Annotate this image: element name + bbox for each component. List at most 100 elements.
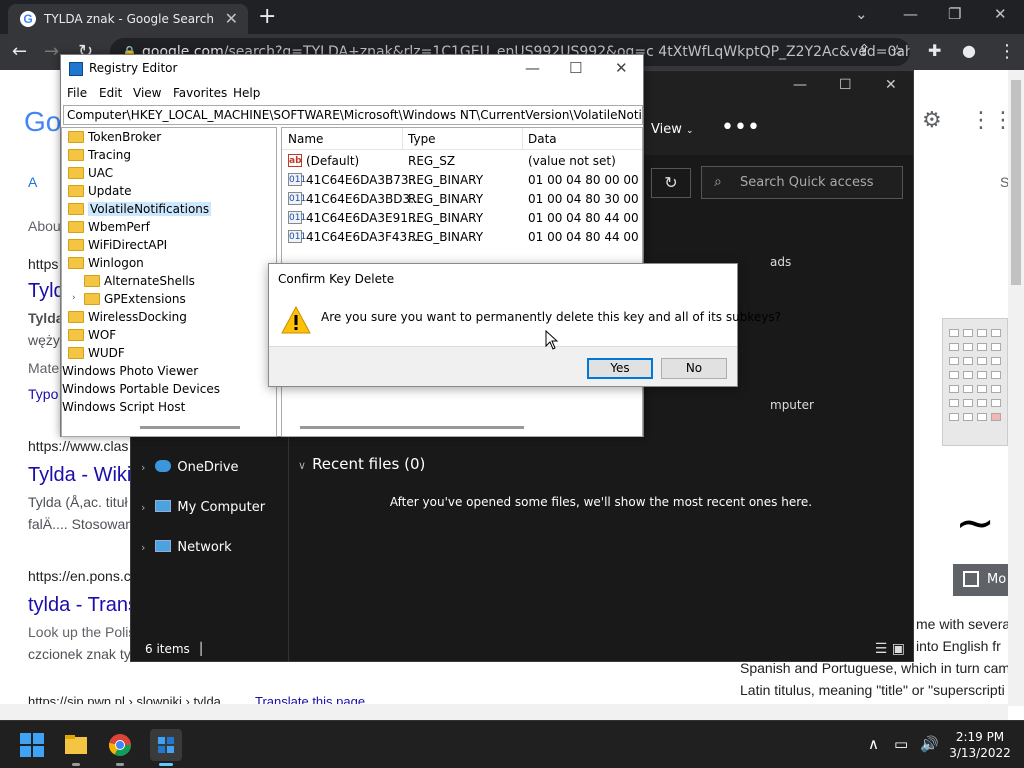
taskbar-chrome[interactable] xyxy=(104,729,136,766)
explorer-close-icon[interactable]: ✕ xyxy=(885,77,897,93)
table-row[interactable]: 011 41C64E6DA3B73... REG_BINARY 01 00 04… xyxy=(282,171,642,190)
tree-key[interactable]: WUDF xyxy=(68,344,125,362)
vertical-scrollbar[interactable] xyxy=(1008,70,1024,706)
tree-key[interactable]: WbemPerf xyxy=(68,218,150,236)
tab-search-chevron-icon[interactable]: ⌄ xyxy=(855,5,868,23)
tree-horizontal-scrollbar[interactable] xyxy=(140,426,240,429)
registry-address-bar[interactable]: Computer\HKEY_LOCAL_MACHINE\SOFTWARE\Mic… xyxy=(63,105,643,125)
tab-all[interactable]: A xyxy=(28,174,37,190)
no-button[interactable]: No xyxy=(661,358,727,379)
result-url[interactable]: https://en.pons.c xyxy=(28,568,131,584)
nav-item-network[interactable]: › Network xyxy=(141,540,232,555)
result-link[interactable]: Typo xyxy=(28,386,58,402)
table-row[interactable]: 011 41C64E6DA3F43... REG_BINARY 01 00 04… xyxy=(282,228,642,247)
quick-access-fragment[interactable]: ads xyxy=(770,255,791,269)
menu-file[interactable]: File xyxy=(67,86,87,100)
column-header-name[interactable]: Name xyxy=(288,132,323,146)
clock[interactable]: 2:19 PM 3/13/2022 xyxy=(948,729,1012,761)
regedit-close-icon[interactable]: ✕ xyxy=(615,59,628,77)
registry-key-tree: TokenBroker Tracing UAC Update VolatileN… xyxy=(61,127,277,437)
tilde-image[interactable]: ~ xyxy=(955,495,995,551)
view-toggle[interactable]: ☰ ▣ xyxy=(875,641,905,657)
column-header-data[interactable]: Data xyxy=(528,132,557,146)
more-options-icon[interactable]: ••• xyxy=(721,115,760,140)
browser-tab-google-search[interactable]: G TYLDA znak - Google Search ✕ xyxy=(8,4,248,34)
start-windows-icon[interactable] xyxy=(20,733,44,757)
scrollbar-thumb[interactable] xyxy=(1011,80,1021,285)
profile-avatar-icon[interactable]: ● xyxy=(962,41,976,60)
table-row[interactable]: 011 41C64E6DA3BD3... REG_BINARY 01 00 04… xyxy=(282,190,642,209)
regedit-maximize-icon[interactable]: ☐ xyxy=(569,59,582,77)
tree-key[interactable]: WiFiDirectAPI xyxy=(68,236,167,254)
nav-item-onedrive[interactable]: › OneDrive xyxy=(141,460,239,475)
taskbar-file-explorer[interactable] xyxy=(60,729,92,766)
details-view-icon[interactable]: ☰ xyxy=(875,641,888,657)
tiles-view-icon[interactable]: ▣ xyxy=(892,641,905,657)
tree-key[interactable]: UAC xyxy=(68,164,113,182)
result-url[interactable]: https xyxy=(28,256,58,272)
menu-favorites[interactable]: Favorites xyxy=(173,86,227,100)
google-logo[interactable]: Go xyxy=(24,106,61,138)
tree-key-selected[interactable]: VolatileNotifications xyxy=(68,200,212,218)
recent-files-header[interactable]: ∨ Recent files (0) xyxy=(298,455,425,473)
close-window-icon[interactable]: ✕ xyxy=(994,5,1007,23)
extensions-puzzle-icon[interactable]: ✚ xyxy=(928,41,941,60)
tab-close-icon[interactable]: ✕ xyxy=(225,9,238,28)
knowledge-text: me with several xyxy=(916,616,1014,632)
table-row[interactable]: ab (Default) REG_SZ (value not set) xyxy=(282,152,642,171)
regedit-app-icon xyxy=(69,62,83,76)
nav-label: My Computer xyxy=(177,500,266,515)
settings-gear-icon[interactable]: ⚙ xyxy=(922,108,942,133)
regedit-minimize-icon[interactable]: — xyxy=(525,59,540,77)
tree-key-label: UAC xyxy=(88,166,114,180)
quick-access-fragment[interactable]: mputer xyxy=(770,398,814,412)
restore-icon[interactable]: ❐ xyxy=(948,5,961,23)
tree-key[interactable]: Windows Portable Devices xyxy=(62,380,220,398)
bookmark-star-icon[interactable]: ☆ xyxy=(890,41,904,60)
column-divider[interactable] xyxy=(522,128,523,150)
list-horizontal-scrollbar[interactable] xyxy=(300,426,524,429)
result-url[interactable]: https://www.clas xyxy=(28,438,128,454)
menu-edit[interactable]: Edit xyxy=(99,86,122,100)
share-icon[interactable]: ⇪ xyxy=(858,41,871,59)
tree-key[interactable]: GPExtensions xyxy=(84,290,186,308)
volume-icon[interactable]: 🔊 xyxy=(920,735,939,753)
tree-key[interactable]: Tracing xyxy=(68,146,131,164)
tree-key[interactable]: Windows Script Host xyxy=(62,398,185,416)
explorer-maximize-icon[interactable]: ☐ xyxy=(839,77,852,93)
tree-key[interactable]: Update xyxy=(68,182,131,200)
back-arrow-icon[interactable]: ← xyxy=(12,41,27,62)
tree-key[interactable]: TokenBroker xyxy=(68,128,161,146)
folder-icon xyxy=(65,735,87,754)
show-hidden-icons-chevron-icon[interactable]: ∧ xyxy=(868,735,879,753)
clock-date: 3/13/2022 xyxy=(949,746,1011,760)
view-menu-button[interactable]: View ⌄ xyxy=(651,122,694,137)
column-divider[interactable] xyxy=(402,128,403,150)
tree-key-label: AlternateShells xyxy=(104,274,195,288)
minimize-icon[interactable]: — xyxy=(903,5,918,23)
forward-arrow-icon[interactable]: → xyxy=(44,41,59,62)
tree-key[interactable]: AlternateShells xyxy=(84,272,195,290)
expand-chevron-icon[interactable]: › xyxy=(72,293,76,303)
tree-key[interactable]: Windows Photo Viewer xyxy=(62,362,198,380)
menu-help[interactable]: Help xyxy=(233,86,260,100)
new-tab-button[interactable]: + xyxy=(258,4,276,29)
result-title[interactable]: tylda - Trans xyxy=(28,594,138,617)
result-title[interactable]: Tylda - Wiki xyxy=(28,464,131,487)
value-name: 41C64E6DA3E91... xyxy=(306,211,420,225)
chrome-menu-icon[interactable]: ⋮ xyxy=(998,41,1016,62)
yes-button[interactable]: Yes xyxy=(587,358,653,379)
tree-key[interactable]: Winlogon xyxy=(68,254,144,272)
nav-item-my-computer[interactable]: › My Computer xyxy=(141,500,265,515)
explorer-minimize-icon[interactable]: — xyxy=(793,77,807,93)
taskbar-registry-editor[interactable] xyxy=(150,729,182,766)
more-images-label: Mo xyxy=(987,572,1007,587)
network-tray-icon[interactable]: ▭ xyxy=(894,735,908,753)
horizontal-scrollbar[interactable] xyxy=(0,704,1008,720)
tree-key[interactable]: WirelessDocking xyxy=(68,308,187,326)
table-row[interactable]: 011 41C64E6DA3E91... REG_BINARY 01 00 04… xyxy=(282,209,642,228)
tree-key[interactable]: WOF xyxy=(68,326,116,344)
column-header-type[interactable]: Type xyxy=(408,132,436,146)
keyboard-image[interactable] xyxy=(942,318,1008,446)
menu-view[interactable]: View xyxy=(133,86,161,100)
